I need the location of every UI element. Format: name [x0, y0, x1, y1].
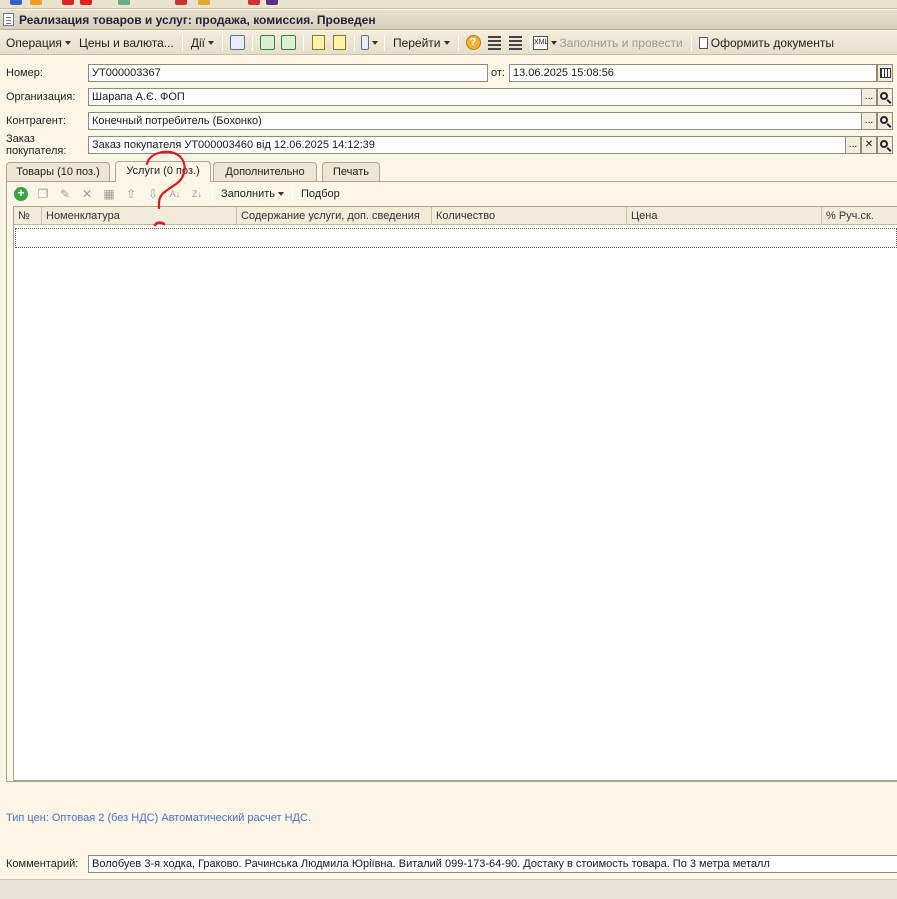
post-document-icon[interactable]	[310, 34, 327, 51]
app-icon-2[interactable]	[30, 0, 42, 5]
toolbar-separator	[212, 186, 213, 202]
app-icon-6[interactable]	[175, 0, 187, 5]
contractor-open-button[interactable]	[877, 112, 893, 130]
structure-icon[interactable]	[486, 34, 503, 51]
unpost-document-icon[interactable]	[331, 34, 348, 51]
search-icon	[880, 140, 888, 148]
number-field[interactable]: УТ000003367	[88, 64, 488, 82]
app-icon-9[interactable]	[266, 0, 278, 5]
chevron-down-icon	[278, 192, 285, 197]
make-documents-button[interactable]: Оформить документы	[710, 36, 838, 50]
chevron-down-icon	[443, 41, 450, 46]
search-icon	[880, 116, 888, 124]
document-icon	[3, 13, 14, 26]
goto-menu[interactable]: Перейти	[389, 36, 454, 50]
app-icon-4[interactable]	[80, 0, 92, 5]
copy-row-icon[interactable]: ❐	[35, 186, 51, 202]
chevron-down-icon	[207, 41, 214, 46]
number-label: Номер:	[6, 67, 43, 79]
column-header-quantity[interactable]: Количество	[432, 207, 627, 225]
help-icon[interactable]: ?	[465, 34, 482, 51]
app-icon-1[interactable]	[10, 0, 22, 5]
comment-label: Комментарий:	[6, 858, 79, 870]
order-open-button[interactable]	[877, 136, 893, 154]
organization-select-button[interactable]: ...	[861, 88, 877, 106]
toolbar-separator	[383, 34, 385, 51]
toolbar-separator	[302, 34, 304, 51]
date-field[interactable]: 13.06.2025 15:08:56	[509, 64, 877, 82]
price-type-info-link[interactable]: Тип цен: Оптовая 2 (без НДС) Автоматичес…	[6, 812, 311, 824]
app-icon-3[interactable]	[62, 0, 74, 5]
toolbar-separator	[457, 34, 459, 51]
end-edit-icon[interactable]: ▦	[101, 186, 117, 202]
chevron-down-icon	[64, 41, 71, 46]
pick-button[interactable]: Подбор	[297, 188, 344, 200]
organization-open-button[interactable]	[877, 88, 893, 106]
prices-currency-button[interactable]: Цены и валюта...	[75, 36, 178, 50]
delete-row-icon[interactable]: ✕	[79, 186, 95, 202]
toolbar-separator	[181, 34, 183, 51]
toolbar-separator	[529, 34, 531, 51]
organization-field[interactable]: Шарапа А.Є. ФОП	[88, 88, 862, 106]
comment-field[interactable]: Волобуев 3-я ходка, Граково. Рачинська Л…	[88, 855, 897, 873]
fill-menu[interactable]: Заполнить	[217, 188, 288, 200]
toolbar-separator	[251, 34, 253, 51]
tab-print[interactable]: Печать	[322, 162, 380, 181]
column-header-service-content[interactable]: Содержание услуги, доп. сведения	[237, 207, 432, 225]
movements-icon[interactable]	[507, 34, 524, 51]
document-toolbar: Операция Цены и валюта... Дії Перейти ? …	[0, 31, 897, 55]
copy-document-icon[interactable]	[280, 34, 297, 51]
contractor-label: Контрагент:	[6, 115, 66, 127]
column-header-price[interactable]: Цена	[627, 207, 822, 225]
order-select-button[interactable]: ...	[845, 136, 861, 154]
column-header-number[interactable]: №	[14, 207, 42, 225]
toolbar-separator	[353, 34, 355, 51]
contractor-select-button[interactable]: ...	[861, 112, 877, 130]
search-icon	[880, 92, 888, 100]
actions-menu[interactable]: Дії	[187, 36, 218, 50]
operation-menu[interactable]: Операция	[2, 36, 75, 50]
order-clear-button[interactable]: ✕	[861, 136, 877, 154]
calendar-button[interactable]	[877, 64, 893, 82]
table-row-empty[interactable]	[15, 228, 897, 248]
print-documents-icon[interactable]	[698, 34, 710, 51]
app-icon-7[interactable]	[198, 0, 210, 5]
post-and-close-icon[interactable]	[229, 34, 246, 51]
app-icon-5[interactable]	[118, 0, 130, 5]
window-titlebar: Реализация товаров и услуг: продажа, ком…	[0, 10, 897, 30]
services-table[interactable]: № Номенклатура Содержание услуги, доп. с…	[13, 206, 897, 781]
contractor-field[interactable]: Конечный потребитель (Бохонко)	[88, 112, 862, 130]
toolbar-separator	[221, 34, 223, 51]
fill-and-post-button[interactable]: Заполнить и провести	[556, 36, 687, 50]
status-bar	[0, 879, 897, 899]
toolbar-separator	[690, 34, 692, 51]
add-row-icon[interactable]: +	[13, 186, 29, 202]
refresh-icon[interactable]	[259, 34, 276, 51]
tab-additional[interactable]: Дополнительно	[213, 162, 317, 181]
window-title: Реализация товаров и услуг: продажа, ком…	[19, 12, 376, 27]
column-header-manual-discount[interactable]: % Руч.ск.	[822, 207, 897, 225]
tab-goods[interactable]: Товары (10 поз.)	[6, 162, 110, 181]
based-on-icon[interactable]	[360, 34, 378, 51]
toolbar-separator	[292, 186, 294, 202]
red-question-mark-annotation	[145, 150, 186, 227]
order-label: Заказ покупателя:	[6, 133, 67, 157]
order-field[interactable]: Заказ покупателя УТ000003460 від 12.06.2…	[88, 136, 846, 154]
app-icon-8[interactable]	[248, 0, 260, 5]
date-label: от:	[491, 67, 505, 79]
app-top-toolbar-strip	[0, 0, 897, 9]
chevron-down-icon	[371, 40, 378, 45]
xml-export-icon[interactable]: XML	[533, 34, 558, 51]
edit-row-icon[interactable]: ✎	[57, 186, 73, 202]
calendar-icon	[879, 68, 891, 78]
organization-label: Организация:	[6, 91, 76, 103]
